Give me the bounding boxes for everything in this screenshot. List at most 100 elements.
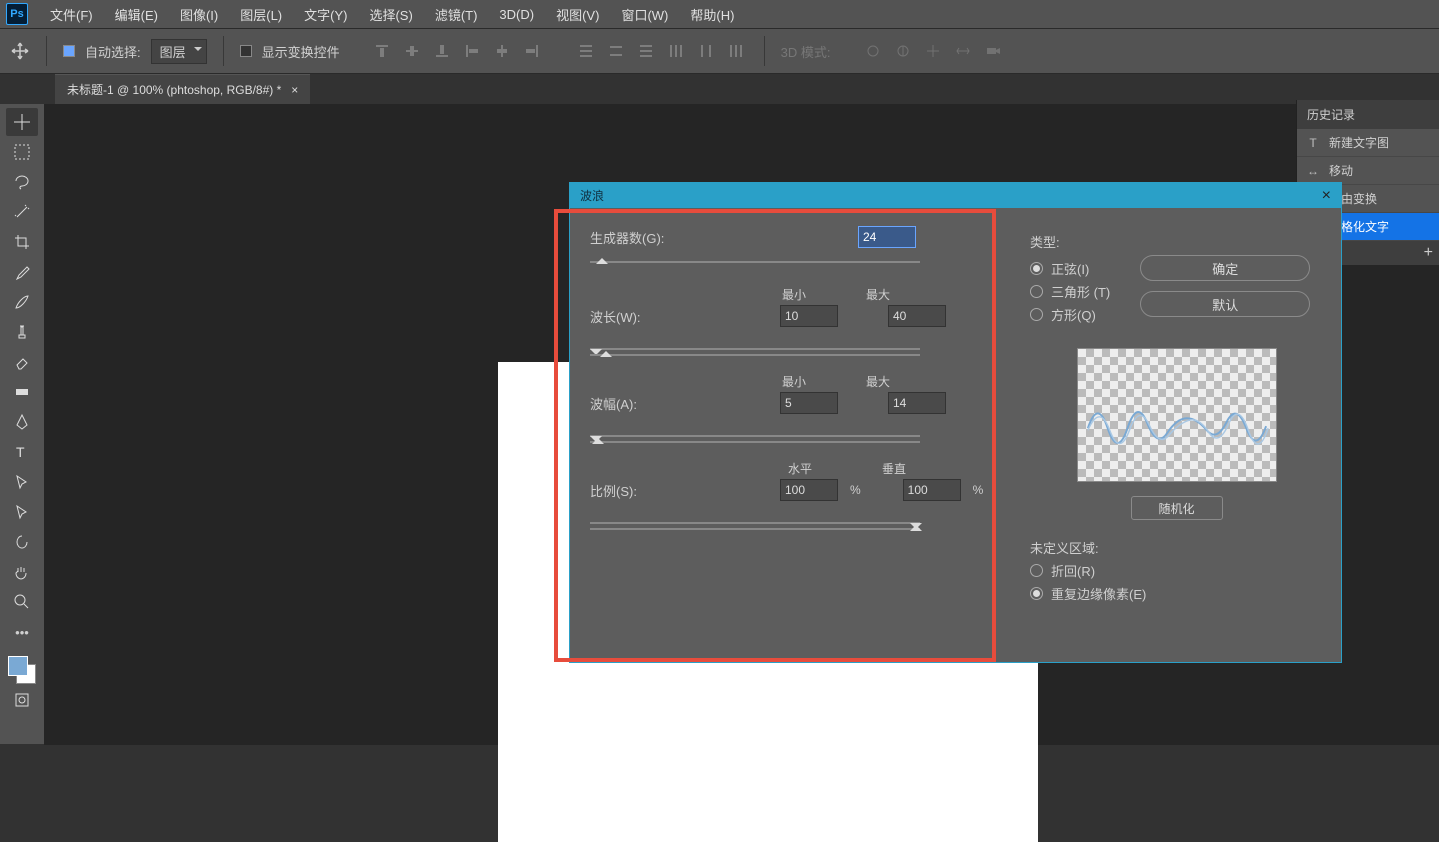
- mode3d-label: 3D 模式:: [781, 42, 831, 61]
- menu-image[interactable]: 图像(I): [170, 1, 228, 28]
- menu-select[interactable]: 选择(S): [359, 1, 422, 28]
- randomize-button[interactable]: 随机化: [1131, 496, 1223, 520]
- scale-v-input[interactable]: [903, 479, 961, 501]
- scale-label: 比例(S):: [590, 481, 710, 500]
- type-label: 类型:: [1030, 232, 1323, 251]
- menu-window[interactable]: 窗口(W): [611, 1, 678, 28]
- layer-dropdown[interactable]: 图层: [151, 39, 207, 64]
- 3d-orbit-icon[interactable]: [861, 39, 885, 63]
- history-title: 历史记录: [1297, 100, 1439, 129]
- scale-h-input[interactable]: [780, 479, 838, 501]
- dist-v-icon[interactable]: [604, 39, 628, 63]
- add-icon[interactable]: +: [1424, 244, 1433, 262]
- generators-input[interactable]: [858, 226, 916, 248]
- history-item[interactable]: ↔移动: [1297, 157, 1439, 185]
- auto-select-label: 自动选择:: [85, 42, 141, 61]
- wave-preview: [1077, 348, 1277, 482]
- dialog-titlebar[interactable]: 波浪 ×: [570, 183, 1341, 208]
- type-tool[interactable]: T: [6, 438, 38, 466]
- 3d-roll-icon[interactable]: [891, 39, 915, 63]
- menu-type[interactable]: 文字(Y): [294, 1, 357, 28]
- type-sq-radio[interactable]: [1030, 308, 1043, 321]
- align-hcenter-icon[interactable]: [490, 39, 514, 63]
- align-buttons: [370, 39, 544, 63]
- 3d-camera-icon[interactable]: [981, 39, 1005, 63]
- dist-left-icon[interactable]: [664, 39, 688, 63]
- close-tab-icon[interactable]: ×: [291, 83, 298, 97]
- dialog-left-column: 生成器数(G): 最小最大 波长(W): 最小最大: [590, 226, 1020, 653]
- shape-tool[interactable]: [6, 528, 38, 556]
- close-icon[interactable]: ×: [1322, 187, 1331, 205]
- menu-help[interactable]: 帮助(H): [680, 1, 744, 28]
- 3d-slide-icon[interactable]: [951, 39, 975, 63]
- align-top-icon[interactable]: [370, 39, 394, 63]
- type-icon: T: [1305, 135, 1321, 151]
- move-tool[interactable]: [6, 108, 38, 136]
- align-bottom-icon[interactable]: [430, 39, 454, 63]
- wave-dialog: 波浪 × 生成器数(G): 最小最大 波长(W):: [569, 182, 1342, 663]
- dist-h-icon[interactable]: [694, 39, 718, 63]
- marquee-tool[interactable]: [6, 138, 38, 166]
- svg-text:T: T: [16, 444, 25, 460]
- menu-edit[interactable]: 编辑(E): [105, 1, 168, 28]
- amplitude-label: 波幅(A):: [590, 394, 710, 413]
- crop-tool[interactable]: [6, 228, 38, 256]
- quickmask-tool[interactable]: [6, 686, 38, 714]
- 3d-pan-icon[interactable]: [921, 39, 945, 63]
- wavelength-slider[interactable]: [590, 341, 920, 357]
- wavelength-label: 波长(W):: [590, 307, 710, 326]
- show-transform-label: 显示变换控件: [262, 42, 340, 61]
- direct-select-tool[interactable]: [6, 498, 38, 526]
- wrap-radio[interactable]: [1030, 564, 1043, 577]
- menu-view[interactable]: 视图(V): [546, 1, 609, 28]
- dist-right-icon[interactable]: [724, 39, 748, 63]
- menu-filter[interactable]: 滤镜(T): [425, 1, 488, 28]
- vert-label: 垂直: [882, 460, 906, 477]
- wand-tool[interactable]: [6, 198, 38, 226]
- type-sine-radio[interactable]: [1030, 262, 1043, 275]
- align-left-icon[interactable]: [460, 39, 484, 63]
- color-swatches[interactable]: [8, 656, 36, 684]
- eyedropper-tool[interactable]: [6, 258, 38, 286]
- scale-slider[interactable]: [590, 515, 920, 531]
- ok-button[interactable]: 确定: [1140, 255, 1310, 281]
- amplitude-min-input[interactable]: [780, 392, 838, 414]
- amplitude-slider[interactable]: [590, 428, 920, 444]
- dist-top-icon[interactable]: [574, 39, 598, 63]
- history-item[interactable]: T 新建文字图: [1297, 129, 1439, 157]
- lasso-tool[interactable]: [6, 168, 38, 196]
- generators-slider[interactable]: [590, 254, 920, 270]
- wavelength-max-input[interactable]: [888, 305, 946, 327]
- show-transform-checkbox[interactable]: [240, 45, 252, 57]
- move-icon: ↔: [1305, 163, 1321, 179]
- dist-bottom-icon[interactable]: [634, 39, 658, 63]
- stamp-tool[interactable]: [6, 318, 38, 346]
- type-tri-radio[interactable]: [1030, 285, 1043, 298]
- wavelength-min-input[interactable]: [780, 305, 838, 327]
- zoom-tool[interactable]: [6, 588, 38, 616]
- pen-tool[interactable]: [6, 408, 38, 436]
- auto-select-checkbox[interactable]: [63, 45, 75, 57]
- menu-file[interactable]: 文件(F): [40, 1, 103, 28]
- menu-layer[interactable]: 图层(L): [230, 1, 292, 28]
- repeat-radio[interactable]: [1030, 587, 1043, 600]
- app-logo: Ps: [6, 3, 28, 25]
- move-tool-indicator[interactable]: [10, 41, 30, 61]
- align-vcenter-icon[interactable]: [400, 39, 424, 63]
- edit-toolbar[interactable]: •••: [6, 618, 38, 646]
- document-tab[interactable]: 未标题-1 @ 100% (phtoshop, RGB/8#) * ×: [55, 74, 310, 104]
- default-button[interactable]: 默认: [1140, 291, 1310, 317]
- gradient-tool[interactable]: [6, 378, 38, 406]
- align-right-icon[interactable]: [520, 39, 544, 63]
- eraser-tool[interactable]: [6, 348, 38, 376]
- path-select-tool[interactable]: [6, 468, 38, 496]
- max-label: 最大: [866, 373, 890, 390]
- dialog-title: 波浪: [580, 187, 604, 204]
- menu-3d[interactable]: 3D(D): [489, 3, 544, 26]
- brush-tool[interactable]: [6, 288, 38, 316]
- distribute-buttons: [574, 39, 748, 63]
- history-label: 新建文字图: [1329, 134, 1389, 151]
- hand-tool[interactable]: [6, 558, 38, 586]
- amplitude-max-input[interactable]: [888, 392, 946, 414]
- min-label: 最小: [782, 373, 806, 390]
